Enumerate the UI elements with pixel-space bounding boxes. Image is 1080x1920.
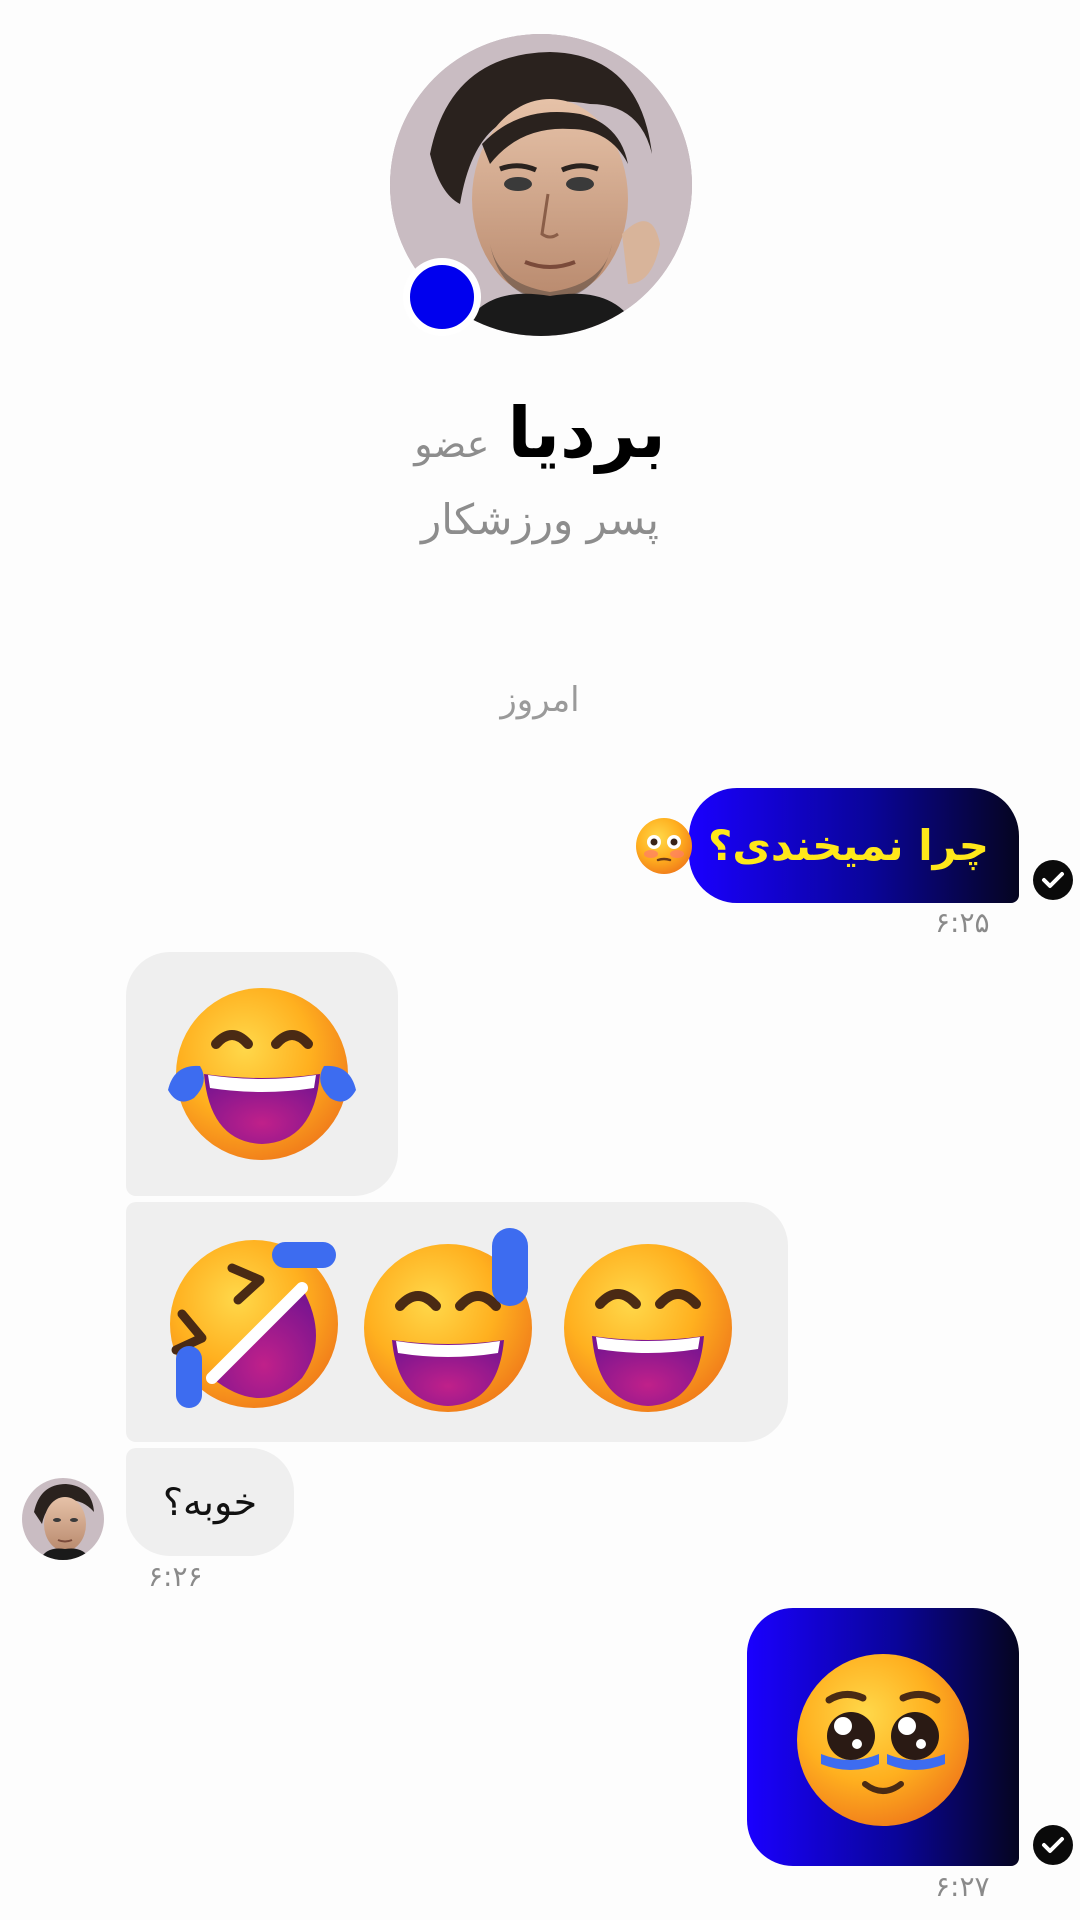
online-status-dot xyxy=(403,258,481,336)
grinning-face-sweat-icon xyxy=(364,1228,532,1412)
outgoing-message-bubble[interactable]: چرا نمیخندی؟ xyxy=(635,788,1019,903)
flushed-face-icon xyxy=(635,817,692,874)
message-time: ۶:۲۷ xyxy=(935,1870,990,1903)
message-content: چرا نمیخندی؟ xyxy=(634,788,989,903)
chat-screen: بردیا عضو پسر ورزشکار امروز چرا نمیخندی؟… xyxy=(0,0,1080,1920)
grinning-smiling-eyes-icon xyxy=(564,1244,732,1412)
profile-name-row: بردیا عضو xyxy=(0,392,1080,474)
incoming-message-bubble[interactable]: خوبه؟ xyxy=(126,1448,294,1556)
read-receipt-icon xyxy=(1033,1825,1073,1865)
rolling-on-floor-laughing-icon xyxy=(170,1240,338,1408)
message-time: ۶:۲۵ xyxy=(935,906,990,939)
read-receipt-icon xyxy=(1033,860,1073,900)
date-separator: امروز xyxy=(500,680,580,720)
profile-subtitle: پسر ورزشکار xyxy=(421,495,659,544)
incoming-emoji-bubble[interactable] xyxy=(126,952,398,1196)
message-text: خوبه؟ xyxy=(162,1480,258,1524)
profile-role: عضو xyxy=(414,422,490,466)
outgoing-emoji-bubble[interactable] xyxy=(747,1608,1019,1866)
sender-avatar[interactable] xyxy=(22,1478,104,1560)
message-text: چرا نمیخندی؟ xyxy=(707,821,989,870)
incoming-emoji-bubble[interactable] xyxy=(126,1202,788,1442)
message-time: ۶:۲۶ xyxy=(148,1560,203,1593)
face-holding-back-tears-icon xyxy=(797,1654,969,1826)
laughing-face-tears-icon xyxy=(168,988,356,1160)
profile-name[interactable]: بردیا xyxy=(507,392,665,474)
